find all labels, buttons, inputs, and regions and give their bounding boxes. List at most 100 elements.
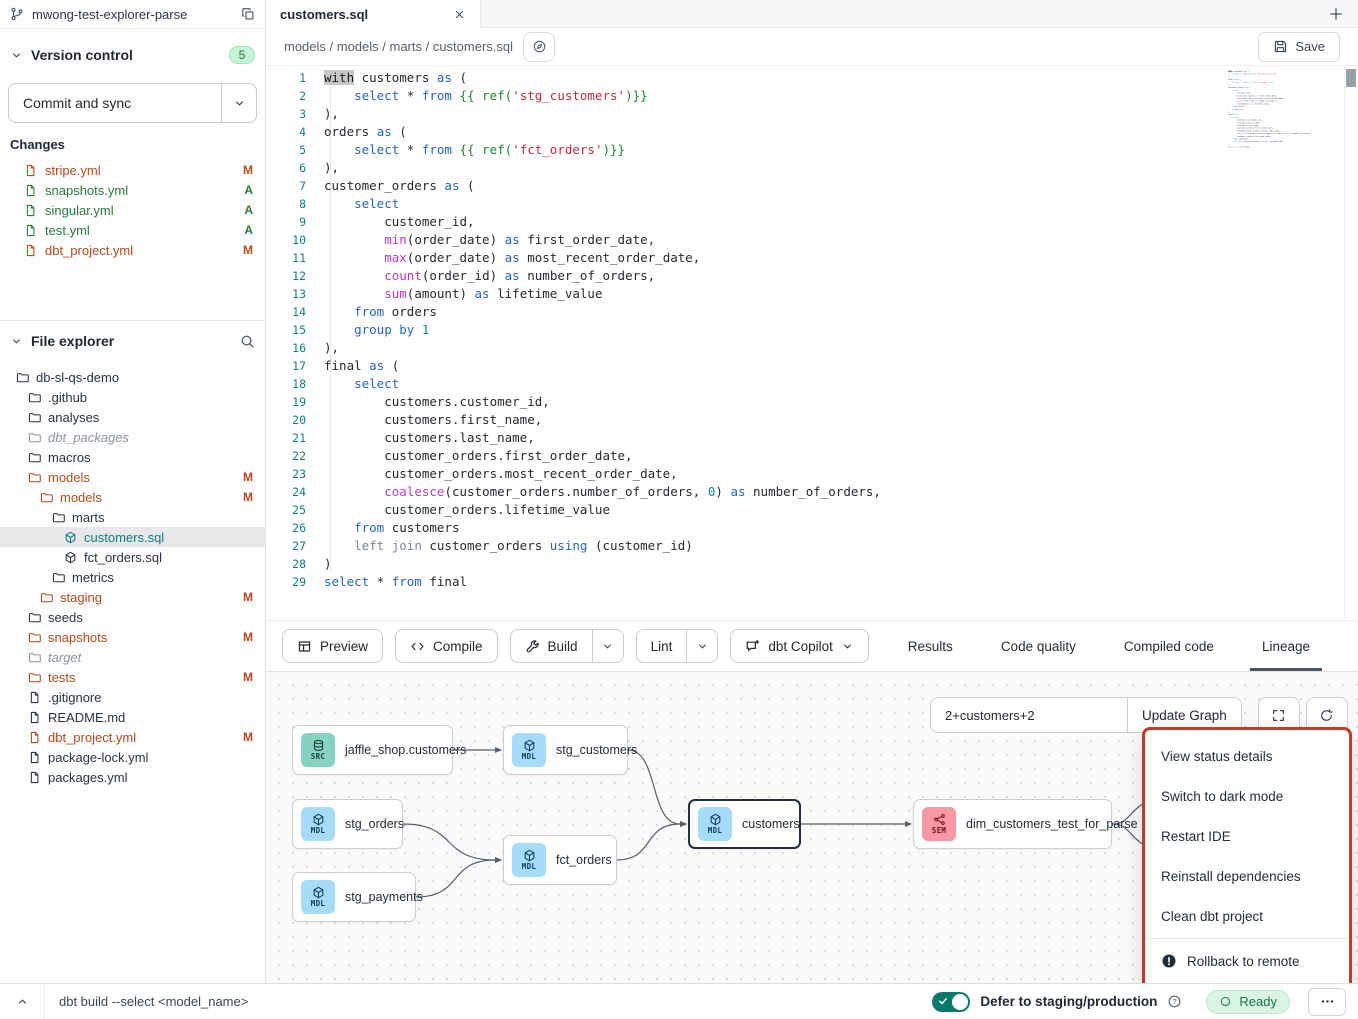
preview-button[interactable]: Preview <box>282 629 383 663</box>
menu-item-rollback-to-remote[interactable]: Rollback to remote <box>1145 941 1349 981</box>
menu-item-switch-to-dark-mode[interactable]: Switch to dark mode <box>1145 776 1349 816</box>
commit-options-caret[interactable] <box>221 84 256 122</box>
branch-header: mwong-test-explorer-parse <box>0 0 265 29</box>
lineage-node-stg-payments[interactable]: MDLstg_payments <box>292 872 416 922</box>
menu-item-view-status-details[interactable]: View status details <box>1145 736 1349 776</box>
lint-button-main[interactable]: Lint <box>637 630 687 662</box>
build-button-main[interactable]: Build <box>511 630 592 662</box>
line-number: 24 <box>266 483 324 501</box>
change-row-stripe-yml[interactable]: stripe.ymlM <box>0 160 265 180</box>
tree-item-macros[interactable]: macros <box>0 447 265 467</box>
change-row-dbt-project-yml[interactable]: dbt_project.ymlM <box>0 240 265 260</box>
tree-item-dbt-project-yml[interactable]: dbt_project.ymlM <box>0 727 265 747</box>
lineage-node-stg-orders[interactable]: MDLstg_orders <box>292 799 403 849</box>
lineage-node-stg-customers[interactable]: MDLstg_customers <box>503 725 628 775</box>
change-status-badge: A <box>244 183 253 197</box>
chevron-down-icon[interactable] <box>10 335 23 348</box>
help-icon[interactable]: ? <box>1167 994 1182 1009</box>
tab-compiled-code[interactable]: Compiled code <box>1118 621 1220 671</box>
lineage-panel[interactable]: SRCjaffle_shop.customers MDLstg_customers… <box>266 672 1358 983</box>
tree-item-fct-orders-sql[interactable]: fct_orders.sql <box>0 547 265 567</box>
tree-item-metrics[interactable]: metrics <box>0 567 265 587</box>
model-icon <box>312 886 325 899</box>
search-icon[interactable] <box>240 334 255 349</box>
wrench-icon <box>525 639 540 654</box>
menu-item-restart-ide[interactable]: Restart IDE <box>1145 816 1349 856</box>
tree-item-staging[interactable]: stagingM <box>0 587 265 607</box>
more-options-button[interactable] <box>1308 988 1346 1016</box>
lineage-node-jaffle-shop-customers[interactable]: SRCjaffle_shop.customers <box>292 725 453 775</box>
tree-item-gitignore[interactable]: .gitignore <box>0 687 265 707</box>
chevron-down-icon[interactable] <box>10 49 23 62</box>
tree-item-customers-sql[interactable]: customers.sql <box>0 527 265 547</box>
lineage-node-dim-customers-test-for-parse[interactable]: SEMdim_customers_test_for_parse <box>913 799 1112 849</box>
tree-item-package-lock-yml[interactable]: package-lock.yml <box>0 747 265 767</box>
menu-item-clean-dbt-project[interactable]: Clean dbt project <box>1145 896 1349 936</box>
change-row-singular-yml[interactable]: singular.ymlA <box>0 200 265 220</box>
change-row-test-yml[interactable]: test.ymlA <box>0 220 265 240</box>
tab-customers-sql[interactable]: customers.sql <box>266 0 481 28</box>
tree-item-tests[interactable]: testsM <box>0 667 265 687</box>
commit-and-sync-button[interactable]: Commit and sync <box>8 83 257 123</box>
editor-scrollbar[interactable] <box>1344 66 1358 620</box>
tab-title: customers.sql <box>280 7 445 22</box>
node-label: stg_payments <box>345 890 435 904</box>
model-icon <box>64 531 77 544</box>
tree-item-models[interactable]: modelsM <box>0 487 265 507</box>
dbt-copilot-button[interactable]: dbt Copilot <box>730 629 869 663</box>
tab-results[interactable]: Results <box>902 621 959 671</box>
code-editor[interactable]: 1with customers as (2 select * from {{ r… <box>266 66 1358 620</box>
close-icon[interactable] <box>453 8 466 21</box>
tree-item-github[interactable]: .github <box>0 387 265 407</box>
defer-toggle[interactable] <box>932 992 970 1012</box>
tree-item-label: db-sl-qs-demo <box>36 370 253 385</box>
copy-icon[interactable] <box>241 7 255 21</box>
tree-item-dbt-packages[interactable]: dbt_packages <box>0 427 265 447</box>
line-number: 23 <box>266 465 324 483</box>
tree-item-label: seeds <box>48 610 253 625</box>
compile-button[interactable]: Compile <box>395 629 498 663</box>
status-badge[interactable]: Ready <box>1206 990 1290 1014</box>
dbt-copilot-button-main[interactable]: dbt Copilot <box>731 630 868 662</box>
line-number: 2 <box>266 87 324 105</box>
lint-options-caret[interactable] <box>686 630 717 662</box>
tree-item-analyses[interactable]: analyses <box>0 407 265 427</box>
change-status-badge: M <box>243 243 253 257</box>
scrollbar-thumb[interactable] <box>1346 69 1356 87</box>
preview-button-main[interactable]: Preview <box>283 630 382 662</box>
file-icon <box>24 164 37 177</box>
build-options-caret[interactable] <box>592 630 623 662</box>
code-line: 25 customer_orders.lifetime_value <box>1228 135 1339 138</box>
model-icon <box>523 739 536 752</box>
lineage-node-customers[interactable]: MDLcustomers <box>688 799 801 849</box>
build-button[interactable]: Build <box>510 629 624 663</box>
tree-item-label: tests <box>48 670 236 685</box>
tree-item-readme-md[interactable]: README.md <box>0 707 265 727</box>
tree-item-marts[interactable]: marts <box>0 507 265 527</box>
tab-code-quality[interactable]: Code quality <box>995 621 1082 671</box>
save-button[interactable]: Save <box>1258 32 1340 62</box>
lint-button[interactable]: Lint <box>636 629 719 663</box>
expand-command-bar-button[interactable] <box>0 984 45 1019</box>
tree-item-db-sl-qs-demo[interactable]: db-sl-qs-demo <box>0 367 265 387</box>
change-file-name: test.yml <box>45 223 236 238</box>
change-row-snapshots-yml[interactable]: snapshots.ymlA <box>0 180 265 200</box>
command-input[interactable]: dbt build --select <model_name> <box>45 994 248 1009</box>
menu-item-reinstall-dependencies[interactable]: Reinstall dependencies <box>1145 856 1349 896</box>
tree-item-seeds[interactable]: seeds <box>0 607 265 627</box>
lineage-node-fct-orders[interactable]: MDLfct_orders <box>503 835 617 885</box>
compile-button-main[interactable]: Compile <box>396 630 497 662</box>
tab-lineage[interactable]: Lineage <box>1256 621 1316 671</box>
lineage-selector-input[interactable] <box>931 698 1127 732</box>
tree-item-models[interactable]: modelsM <box>0 467 265 487</box>
line-number: 11 <box>266 249 324 267</box>
model-badge: MDL <box>698 807 732 841</box>
tree-item-target[interactable]: target <box>0 647 265 667</box>
open-in-explorer-button[interactable] <box>523 32 555 62</box>
code-line: 15 group by 1 <box>266 321 1228 339</box>
tree-item-snapshots[interactable]: snapshotsM <box>0 627 265 647</box>
new-tab-plus-icon[interactable] <box>1328 6 1344 22</box>
folder-icon <box>16 371 29 384</box>
button-label: Build <box>548 639 578 654</box>
tree-item-packages-yml[interactable]: packages.yml <box>0 767 265 787</box>
